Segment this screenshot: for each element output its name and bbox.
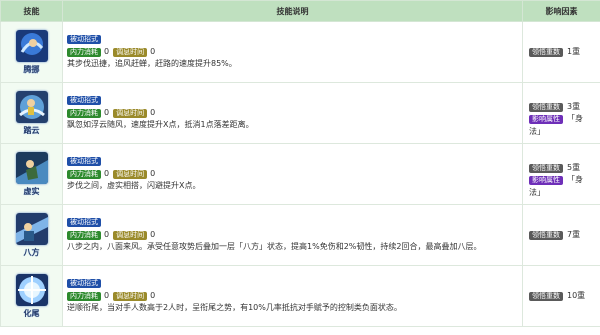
inner-cost-value: 0 [104,47,110,56]
skill-text: 逆顺衔尾，当对手人数高于2人时，呈衔尾之势，有10%几率抵抗对手赋予的控制类负面… [67,303,402,312]
inner-cost-value: 0 [104,169,110,178]
inner-cost-tag: 内力消耗 [67,291,101,301]
skill-text: 八步之内，八面来风。承受任意攻势后叠加一层「八方」状态，提高1%免伤和2%韧性，… [67,242,482,251]
skill-name: 踏云 [23,125,40,135]
description-cell: 被动招式 内力消耗 0 调息时间 0 八步之内，八面来风。承受任意攻势后叠加一层「八方… [62,204,523,266]
passive-tag: 被动招式 [67,157,101,166]
factor-value: 3重 [567,102,581,111]
description-cell: 被动招式 内力消耗 0 调息时间 0 飘忽如浮云随风，速度提升X点，抵消1点落差距离。 [62,82,523,144]
factor-tag: 影响属性 [529,114,563,124]
inner-cost-value: 0 [104,230,110,239]
cooldown-tag: 调息时间 [113,291,148,301]
description-cell: 被动招式 内力消耗 0 调息时间 0 步伐之间，虚实相搭，闪避提升X点。 [62,143,523,205]
factor-cell: 领悟重数 3重 影响属性 「身法」 [522,82,600,144]
factor-tag: 领悟重数 [529,291,563,301]
cooldown-tag: 调息时间 [113,47,148,57]
passive-tag: 被动招式 [67,96,101,105]
factor-value: 1重 [567,47,581,56]
factor-tag: 领悟重数 [529,47,563,57]
factor-cell: 领悟重数 7重 [522,204,600,266]
factor-cell: 领悟重数 10重 [522,265,600,327]
skill-icon-bafang[interactable] [15,212,48,245]
factor-value: 5重 [567,163,581,172]
passive-tag: 被动招式 [67,279,101,288]
cooldown-tag: 调息时间 [113,169,148,179]
factor-tag: 领悟重数 [529,230,563,240]
cooldown-tag: 调息时间 [113,108,148,118]
cooldown-value: 0 [150,47,156,56]
skill-name: 八方 [23,247,40,257]
skill-name: 腾挪 [23,64,40,74]
table-row: 腾挪 被动招式 内力消耗 0 调息时间 0 其步伐迅捷，追风赶蝉，赶路的速度提升85%… [0,21,600,83]
skill-icon-xushi[interactable] [15,151,48,184]
inner-cost-tag: 内力消耗 [67,108,101,118]
cooldown-value: 0 [150,169,156,178]
skill-icon-huawei[interactable] [15,273,48,306]
inner-cost-tag: 内力消耗 [67,47,101,57]
skill-cell: 踏云 [0,82,63,144]
skill-text: 其步伐迅捷，追风赶蝉，赶路的速度提升85%。 [67,59,237,68]
factor-tag: 影响属性 [529,175,563,185]
skill-name: 虚实 [23,186,40,196]
table-row: 虚实 被动招式 内力消耗 0 调息时间 0 步伐之间，虚实相搭，闪避提升X点。 领悟重… [0,143,600,205]
skills-table: 技能 技能说明 影响因素 腾挪 被动招式 内力消耗 0 调息时间 0 其步伐迅捷… [0,0,600,327]
factor-tag: 领悟重数 [529,102,563,112]
table-row: 踏云 被动招式 内力消耗 0 调息时间 0 飘忽如浮云随风，速度提升X点，抵消1点落差… [0,82,600,144]
skill-icon-tengnuo[interactable] [15,29,48,62]
inner-cost-tag: 内力消耗 [67,230,101,240]
factor-cell: 领悟重数 1重 [522,21,600,83]
table-row: 化尾 被动招式 内力消耗 0 调息时间 0 逆顺衔尾，当对手人数高于2人时，呈衔尾之势… [0,265,600,327]
header-description: 技能说明 [62,0,523,22]
inner-cost-tag: 内力消耗 [67,169,101,179]
skill-icon-tayun[interactable] [15,90,48,123]
skill-cell: 八方 [0,204,63,266]
skill-name: 化尾 [23,308,40,318]
factor-tag: 领悟重数 [529,163,563,173]
skill-cell: 虚实 [0,143,63,205]
passive-tag: 被动招式 [67,218,101,227]
factor-value: 10重 [567,291,586,300]
description-cell: 被动招式 内力消耗 0 调息时间 0 逆顺衔尾，当对手人数高于2人时，呈衔尾之势，有1… [62,265,523,327]
skill-text: 步伐之间，虚实相搭，闪避提升X点。 [67,181,201,190]
factor-value: 7重 [567,230,581,239]
skill-cell: 化尾 [0,265,63,327]
cooldown-value: 0 [150,291,156,300]
skill-cell: 腾挪 [0,21,63,83]
skill-text: 飘忽如浮云随风，速度提升X点，抵消1点落差距离。 [67,120,254,129]
header-factors: 影响因素 [522,0,600,22]
cooldown-tag: 调息时间 [113,230,148,240]
factor-cell: 领悟重数 5重 影响属性 「身法」 [522,143,600,205]
table-row: 八方 被动招式 内力消耗 0 调息时间 0 八步之内，八面来风。承受任意攻势后叠加一层… [0,204,600,266]
cooldown-value: 0 [150,108,156,117]
inner-cost-value: 0 [104,108,110,117]
description-cell: 被动招式 内力消耗 0 调息时间 0 其步伐迅捷，追风赶蝉，赶路的速度提升85%。 [62,21,523,83]
passive-tag: 被动招式 [67,35,101,44]
header-skill: 技能 [0,0,63,22]
inner-cost-value: 0 [104,291,110,300]
cooldown-value: 0 [150,230,156,239]
